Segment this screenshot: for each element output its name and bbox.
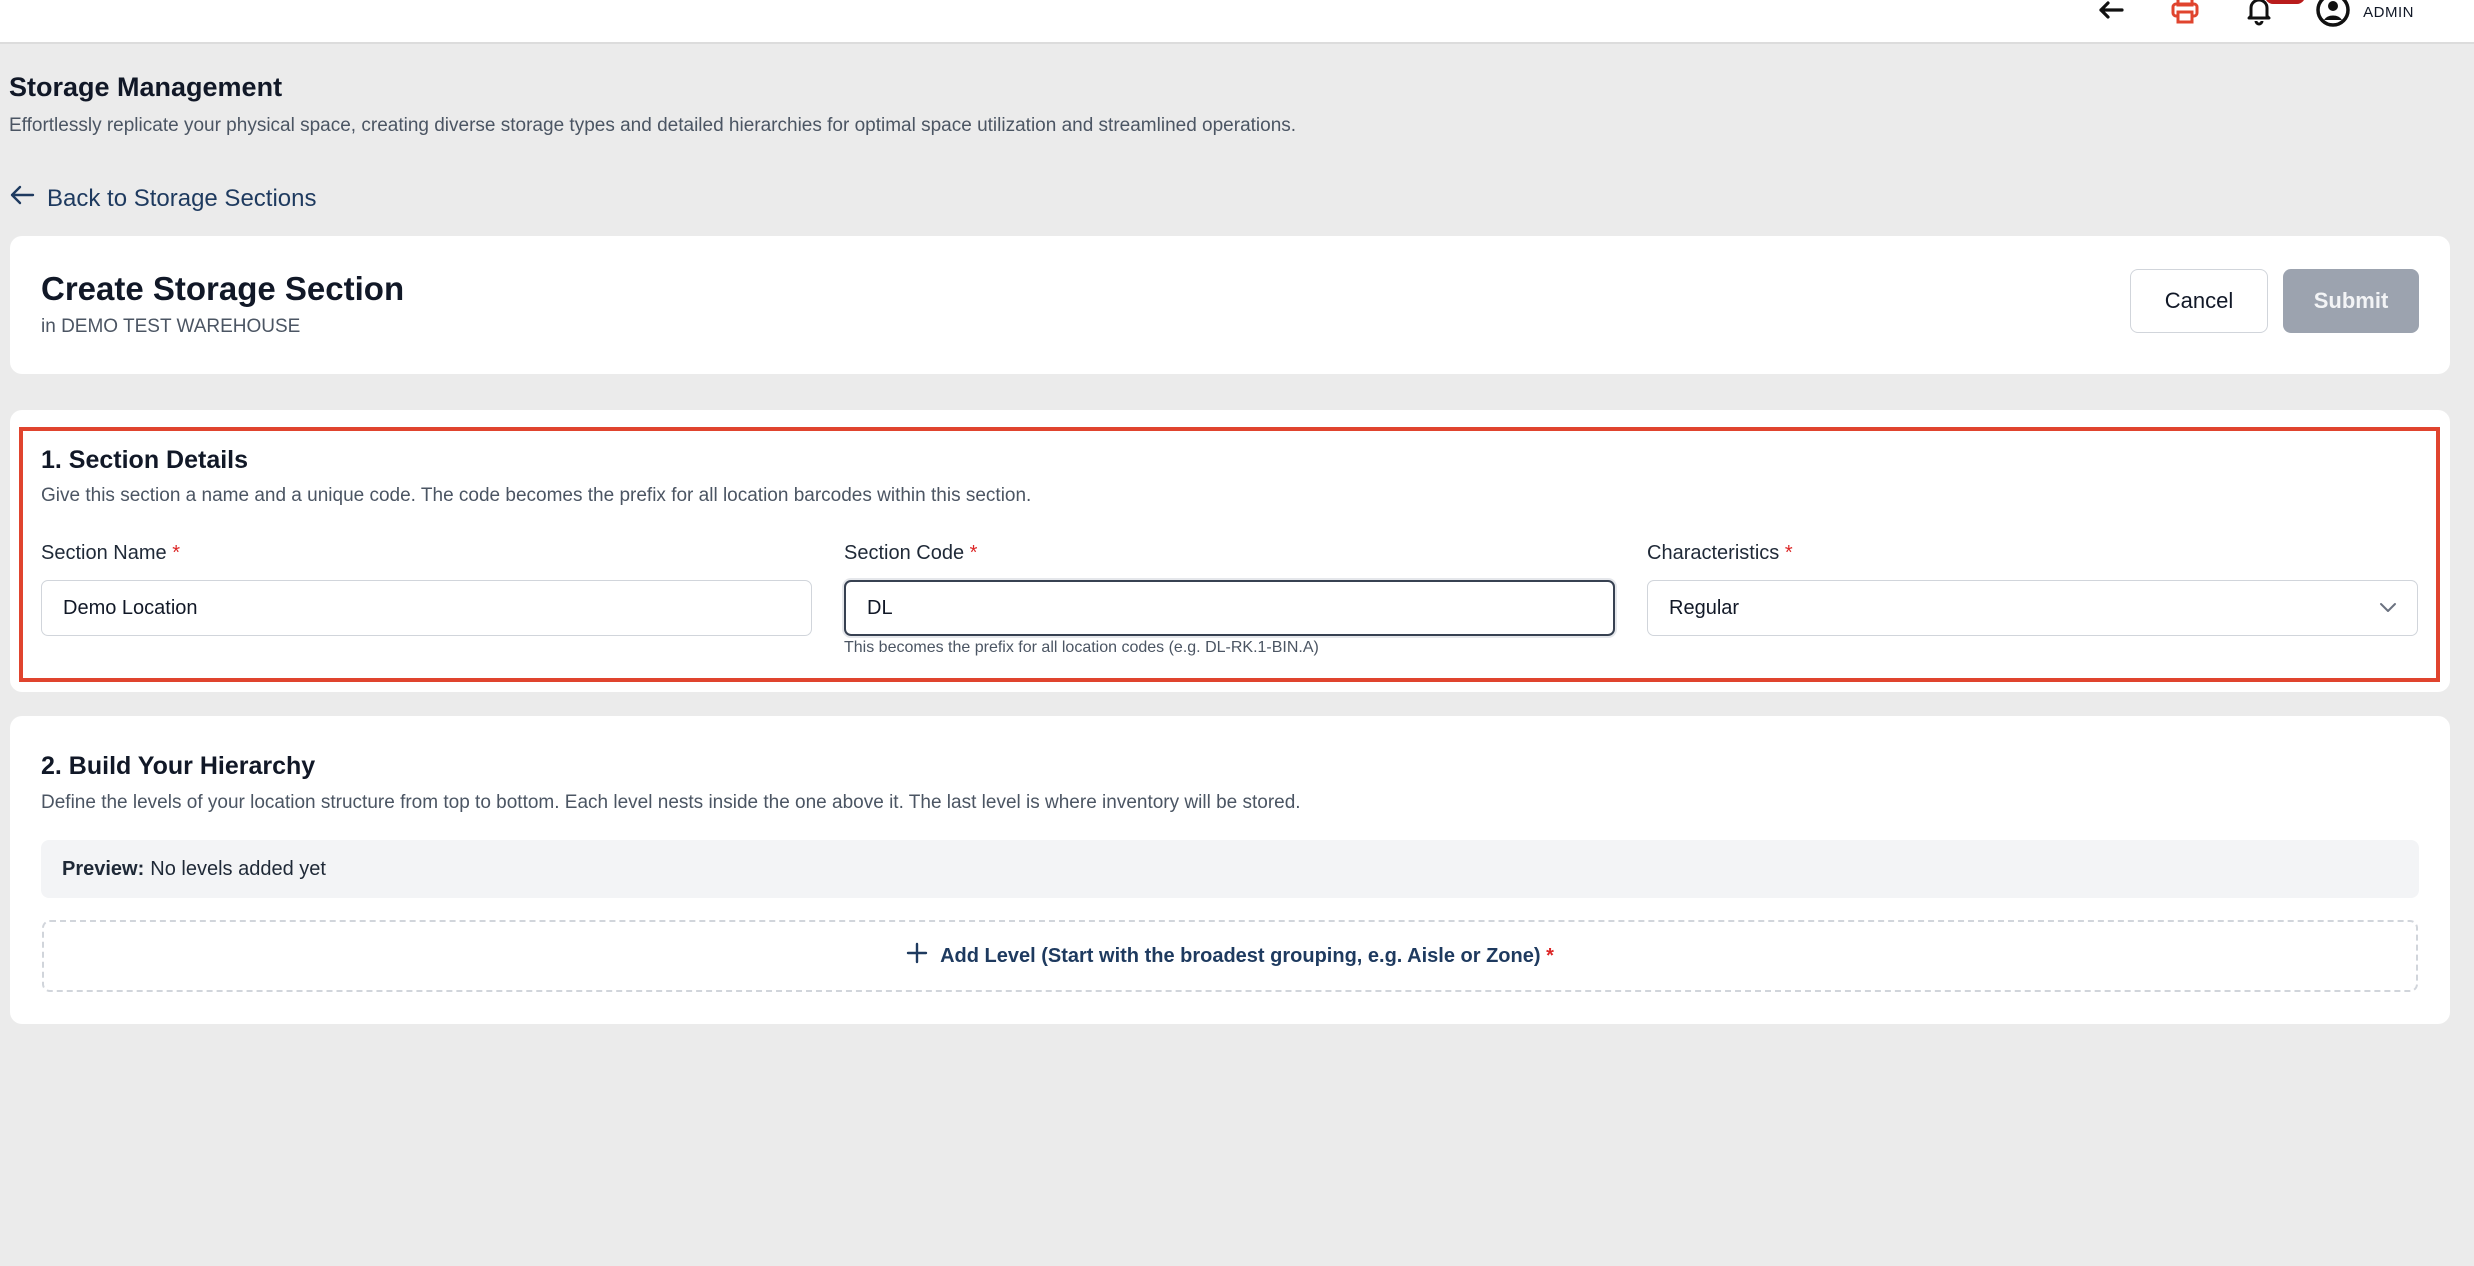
page-title: Storage Management	[9, 72, 283, 102]
section-code-label-text: Section Code	[844, 542, 965, 564]
plus-icon	[906, 942, 928, 970]
back-arrow-icon[interactable]	[2091, 0, 2131, 30]
submit-button[interactable]: Submit	[2283, 269, 2419, 333]
chevron-down-icon	[2379, 597, 2397, 620]
back-link-label: Back to Storage Sections	[47, 184, 317, 212]
bell-icon[interactable]	[2239, 0, 2306, 30]
user-circle-icon	[2313, 0, 2353, 30]
page-subtitle: Effortlessly replicate your physical spa…	[9, 115, 1297, 136]
section-code-input[interactable]	[844, 580, 1615, 636]
section-name-label: Section Name *	[41, 542, 180, 565]
build-hierarchy-card: 2. Build Your Hierarchy Define the level…	[10, 716, 2450, 1024]
form-title: Create Storage Section	[41, 270, 405, 307]
add-level-label: Add Level (Start with the broadest group…	[940, 945, 1554, 968]
user-menu[interactable]: ADMIN	[2313, 0, 2414, 30]
characteristics-label-text: Characteristics	[1647, 542, 1780, 564]
notification-badge	[2265, 0, 2306, 4]
required-mark: *	[172, 542, 180, 564]
add-level-text: Add Level (Start with the broadest group…	[940, 944, 1541, 967]
page-header: Storage Management Effortlessly replicat…	[9, 72, 1296, 137]
section-name-label-text: Section Name	[41, 542, 167, 564]
characteristics-select[interactable]: Regular	[1647, 580, 2418, 636]
hierarchy-description: Define the levels of your location struc…	[41, 792, 1301, 813]
back-to-storage-sections-link[interactable]: Back to Storage Sections	[9, 184, 316, 213]
warehouse-context: in DEMO TEST WAREHOUSE	[41, 316, 301, 337]
create-section-header-card: Create Storage Section in DEMO TEST WARE…	[10, 236, 2450, 374]
section-details-description: Give this section a name and a unique co…	[41, 485, 1032, 506]
characteristics-value: Regular	[1669, 596, 1740, 619]
required-mark: *	[1784, 542, 1793, 564]
hierarchy-title: 2. Build Your Hierarchy	[41, 752, 316, 780]
hierarchy-preview: Preview: No levels added yet	[41, 840, 2419, 898]
top-bar: ADMIN	[0, 0, 2474, 44]
required-mark: *	[1546, 944, 1554, 967]
section-details-card: 1. Section Details Give this section a n…	[10, 410, 2450, 692]
cancel-button[interactable]: Cancel	[2130, 269, 2268, 333]
characteristics-label: Characteristics *	[1647, 542, 1793, 565]
required-mark: *	[969, 542, 978, 564]
print-icon[interactable]	[2165, 0, 2205, 30]
section-details-title: 1. Section Details	[41, 446, 249, 474]
section-code-label: Section Code *	[844, 542, 977, 565]
preview-label: Preview:	[62, 857, 145, 880]
topbar-icons: ADMIN	[2091, 0, 2414, 30]
user-label: ADMIN	[2363, 4, 2414, 21]
add-level-button[interactable]: Add Level (Start with the broadest group…	[42, 920, 2418, 992]
section-name-input[interactable]	[41, 580, 812, 636]
preview-value: No levels added yet	[150, 857, 326, 880]
arrow-left-icon	[9, 184, 35, 213]
section-code-help: This becomes the prefix for all location…	[844, 639, 1319, 656]
